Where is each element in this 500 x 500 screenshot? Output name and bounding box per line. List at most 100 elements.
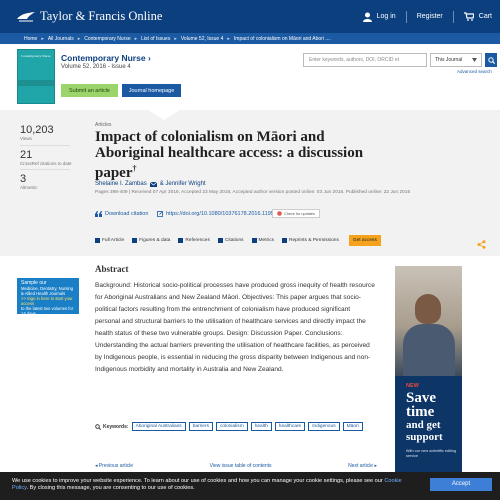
check-updates-label: Check for updates	[284, 211, 315, 216]
search-scope-value: This Journal	[435, 57, 463, 63]
submit-article-button[interactable]: Submit an article	[61, 84, 118, 97]
cover-band	[18, 80, 54, 86]
divider	[20, 144, 70, 146]
top-navigation-bar: Taylor & Francis Online Log in Register …	[0, 0, 500, 33]
breadcrumb-separator: ▸	[41, 35, 44, 42]
header-notch	[148, 110, 180, 120]
journal-title[interactable]: Contemporary Nurse ›	[61, 53, 151, 63]
accept-cookies-button[interactable]: Accept	[430, 478, 492, 491]
tab-full-article[interactable]: Full Article	[95, 238, 124, 243]
check-updates-button[interactable]: Check for updates	[272, 209, 320, 218]
article-title: Impact of colonialism on Māori and Abori…	[95, 129, 364, 181]
share-button[interactable]	[477, 236, 486, 254]
advanced-search-link[interactable]: Advanced search	[457, 69, 492, 74]
cookie-message: We use cookies to improve your website e…	[12, 478, 402, 491]
search-button[interactable]	[485, 53, 497, 67]
promo-sign-in-link[interactable]: >> Sign in here to start your access	[21, 296, 75, 306]
breadcrumb-separator: ▸	[227, 35, 230, 42]
keyword-chip[interactable]: Māori	[342, 422, 363, 431]
journal-homepage-button[interactable]: Journal homepage	[122, 84, 181, 97]
cart-label: Cart	[478, 13, 492, 20]
bird-logo-icon	[17, 11, 35, 21]
breadcrumb-journal[interactable]: Contemporary Nurse	[84, 36, 130, 42]
brand-name: Taylor & Francis Online	[40, 9, 163, 23]
login-link[interactable]: Log in	[362, 12, 396, 22]
article-pages-dates: Pages 398-409 | Received 07 Apr 2016, Ac…	[95, 190, 411, 195]
previous-article-link[interactable]: ◂ Previous article	[95, 463, 133, 469]
views-label: Views	[20, 136, 32, 141]
breadcrumb-current: Impact of colonialism on Māori and Abori…	[233, 35, 331, 42]
cart-icon	[463, 12, 474, 21]
search-icon	[487, 56, 495, 64]
views-count: 10,203	[20, 124, 54, 136]
bar-chart-icon	[251, 238, 257, 243]
references-icon	[178, 238, 184, 243]
tab-metrics[interactable]: Metrics	[251, 238, 274, 243]
chevron-right-icon: ›	[147, 53, 151, 63]
tab-figures[interactable]: Figures & data	[132, 238, 170, 243]
magnifier-icon	[95, 423, 101, 430]
tab-reprints[interactable]: Reprints & Permissions	[282, 238, 339, 243]
register-link[interactable]: Register	[417, 13, 443, 20]
divider	[452, 10, 454, 23]
divider	[20, 169, 70, 170]
citations-count[interactable]: 21	[20, 149, 80, 161]
divider	[405, 10, 407, 23]
altmetric-count[interactable]: 3	[20, 173, 80, 185]
next-article-link[interactable]: Next article ▸	[348, 463, 377, 469]
register-label: Register	[416, 13, 443, 20]
author-2[interactable]: & Jennifer Wright	[160, 181, 206, 187]
tab-citations[interactable]: Citations	[217, 238, 244, 243]
get-access-button[interactable]: Get access	[348, 235, 381, 246]
cart-link[interactable]: Cart	[463, 12, 492, 21]
cover-title: Contemporary Nurse	[21, 54, 51, 58]
journal-volume: Volume 52, 2016 - Issue 4	[61, 64, 131, 70]
breadcrumb-separator: ▸	[174, 35, 177, 42]
article-tabs: Full Article Figures & data References C…	[95, 235, 389, 246]
crossmark-icon	[277, 211, 282, 216]
title-footnote-mark[interactable]: †	[133, 164, 137, 173]
abstract-heading: Abstract	[95, 264, 129, 274]
keyword-chip[interactable]: Aboriginal Australians	[131, 422, 186, 431]
print-icon	[282, 238, 287, 243]
breadcrumb: Home ▸ All Journals ▸ Contemporary Nurse ▸ …	[0, 33, 500, 44]
tab-references[interactable]: References	[178, 238, 210, 243]
brand-logo[interactable]: Taylor & Francis Online	[16, 9, 162, 24]
keyword-chip[interactable]: barriers	[188, 422, 213, 431]
sample-journals-promo[interactable]: Sample our Medicine, Dentistry, Nursing …	[17, 278, 79, 316]
author-1[interactable]: Shelaine I. Zambas	[95, 181, 147, 187]
breadcrumb-all-journals[interactable]: All Journals	[48, 36, 74, 42]
external-link-icon	[157, 211, 163, 217]
search-input[interactable]: Enter keywords, authors, DOI, ORCID et	[303, 53, 427, 67]
search-scope-select[interactable]: This Journal	[430, 53, 482, 67]
ad-subtext: With our new scientific editing service	[406, 449, 457, 458]
ad-headline: Save time and get support	[406, 390, 443, 444]
article-authors: Shelaine I. Zambas & Jennifer Wright	[95, 181, 206, 187]
promo-line-4: to the latest two volumes for 14 days	[21, 306, 74, 316]
article-pager: ◂ Previous article View issue table of c…	[95, 463, 377, 469]
keyword-chip[interactable]: health	[250, 422, 272, 431]
envelope-icon[interactable]	[149, 181, 157, 187]
issue-toc-link[interactable]: View issue table of contents	[210, 463, 272, 469]
download-citation-link[interactable]: Download citation	[95, 211, 148, 217]
image-icon	[132, 238, 138, 243]
abstract-body: Background: Historical socio-political p…	[95, 282, 375, 373]
breadcrumb-separator: ▸	[134, 35, 138, 42]
download-citation-label: Download citation	[105, 211, 149, 217]
chevron-down-icon	[472, 58, 477, 62]
keyword-chip[interactable]: Indigenous	[308, 422, 340, 431]
editing-service-ad[interactable]: NEW Save time and get support With our n…	[395, 266, 462, 472]
keywords: Keywords: Aboriginal Australians barrier…	[95, 422, 380, 431]
breadcrumb-separator: ▸	[77, 35, 81, 42]
cookie-banner: We use cookies to improve your website e…	[0, 472, 500, 500]
ad-new-badge: NEW	[406, 383, 419, 389]
keyword-chip[interactable]: colonialism	[215, 422, 248, 431]
journal-cover[interactable]: Contemporary Nurse	[17, 49, 55, 104]
altmetric-label: Altmetric	[20, 185, 38, 190]
keyword-chip[interactable]: healthcare	[274, 422, 306, 431]
article-metrics: 10,203 Views 21 CrossRef citations to da…	[20, 124, 80, 194]
breadcrumb-volume[interactable]: Volume 52, Issue 4	[181, 36, 224, 42]
breadcrumb-home[interactable]: Home	[24, 36, 37, 42]
doi-link[interactable]: https://doi.org/10.1080/10376178.2016.11…	[157, 211, 283, 217]
breadcrumb-issues[interactable]: List of Issues	[141, 36, 170, 42]
